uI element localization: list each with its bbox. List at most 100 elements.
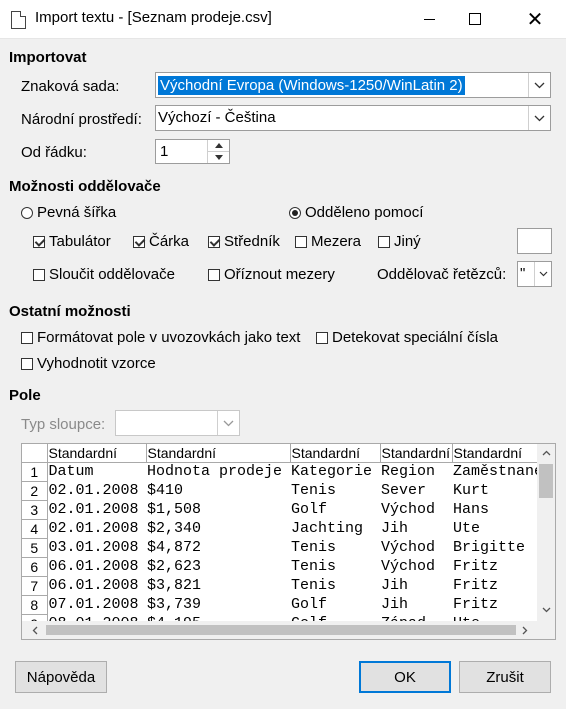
tab-checkbox[interactable]: Tabulátor bbox=[33, 233, 111, 250]
table-row: 3 02.01.2008 $1,508 Golf Východ Hans bbox=[22, 500, 553, 520]
space-checkbox[interactable]: Mezera bbox=[295, 233, 361, 250]
row-number: 1 bbox=[22, 462, 48, 482]
scroll-up-icon[interactable] bbox=[537, 444, 555, 462]
space-label: Mezera bbox=[311, 233, 362, 250]
scroll-right-icon[interactable] bbox=[516, 621, 534, 639]
help-button[interactable]: Nápověda bbox=[15, 661, 107, 693]
table-cell: $3,739 bbox=[147, 596, 202, 613]
table-cell: $410 bbox=[147, 482, 184, 499]
row-number: 4 bbox=[22, 519, 48, 539]
semicolon-checkbox[interactable]: Středník bbox=[208, 233, 280, 250]
fields-heading: Pole bbox=[9, 387, 41, 404]
from-row-label: Od řádku: bbox=[21, 144, 87, 161]
table-cell: $2,623 bbox=[147, 558, 202, 575]
locale-value: Výchozí - Čeština bbox=[158, 109, 276, 126]
import-heading: Importovat bbox=[9, 49, 87, 66]
table-cell: Tenis bbox=[291, 539, 337, 556]
row-number: 5 bbox=[22, 538, 48, 558]
table-cell: Golf bbox=[291, 501, 328, 518]
locale-select[interactable]: Výchozí - Čeština bbox=[155, 105, 551, 131]
checkbox-checked-icon bbox=[33, 235, 45, 248]
chevron-down-icon bbox=[217, 411, 239, 435]
other-options-heading: Ostatní možnosti bbox=[9, 303, 131, 320]
separated-by-label: Odděleno pomocí bbox=[305, 204, 424, 221]
fixed-width-radio[interactable]: Pevná šířka bbox=[21, 204, 116, 221]
document-icon bbox=[11, 11, 26, 29]
decrement-icon[interactable] bbox=[208, 152, 229, 163]
string-delimiter-value: " bbox=[520, 265, 526, 282]
table-cell: 07.01.2008 bbox=[48, 596, 139, 613]
string-delimiter-select[interactable]: " bbox=[517, 261, 552, 287]
table-row: 4 02.01.2008 $2,340 Jachting Jih Ute bbox=[22, 519, 553, 539]
maximize-button[interactable] bbox=[452, 0, 498, 38]
cancel-button[interactable]: Zrušit bbox=[459, 661, 551, 693]
table-cell: $2,340 bbox=[147, 520, 202, 537]
other-separator-input[interactable] bbox=[517, 228, 552, 254]
charset-value: Východní Evropa (Windows-1250/WinLatin 2… bbox=[158, 76, 465, 95]
other-checkbox[interactable]: Jiný bbox=[378, 233, 421, 250]
separated-by-radio[interactable]: Odděleno pomocí bbox=[289, 204, 423, 221]
comma-checkbox[interactable]: Čárka bbox=[133, 233, 189, 250]
table-row: 6 06.01.2008 $2,623 Tenis Východ Fritz bbox=[22, 557, 553, 577]
table-cell: Východ bbox=[381, 558, 436, 575]
detect-special-label: Detekovat speciální čísla bbox=[332, 329, 498, 346]
checkbox-checked-icon bbox=[208, 235, 220, 248]
evaluate-formulas-checkbox[interactable]: Vyhodnotit vzorce bbox=[21, 355, 156, 372]
chevron-down-icon bbox=[534, 262, 551, 286]
table-cell: $4,872 bbox=[147, 539, 202, 556]
table-cell: Východ bbox=[381, 501, 436, 518]
table-row: 1 Datum Hodnota prodeje Kategorie Region Zamě… bbox=[22, 462, 553, 482]
charset-select[interactable]: Východní Evropa (Windows-1250/WinLatin 2… bbox=[155, 72, 551, 98]
merge-checkbox[interactable]: Sloučit oddělovače bbox=[33, 266, 175, 283]
trim-checkbox[interactable]: Oříznout mezery bbox=[208, 266, 335, 283]
other-label: Jiný bbox=[394, 233, 421, 250]
row-number: 3 bbox=[22, 500, 48, 520]
format-quoted-checkbox[interactable]: Formátovat pole v uvozovkách jako text bbox=[21, 329, 300, 346]
scroll-left-icon[interactable] bbox=[26, 621, 44, 639]
trim-label: Oříznout mezery bbox=[224, 266, 335, 283]
table-cell: Jih bbox=[381, 596, 409, 613]
from-row-spinner[interactable]: 1 bbox=[155, 139, 230, 164]
table-cell: Kategorie bbox=[291, 463, 373, 481]
table-cell: Hodnota prodeje bbox=[147, 463, 283, 481]
column-header[interactable]: Standardní bbox=[146, 444, 291, 463]
horizontal-scroll-thumb[interactable] bbox=[46, 625, 516, 635]
row-number: 8 bbox=[22, 595, 48, 615]
table-cell: Jih bbox=[381, 577, 409, 594]
column-header[interactable]: Standardní bbox=[47, 444, 147, 463]
column-header[interactable]: Standardní bbox=[380, 444, 453, 463]
ok-button[interactable]: OK bbox=[359, 661, 451, 693]
vertical-scrollbar[interactable] bbox=[537, 444, 555, 639]
close-button[interactable]: ✕ bbox=[512, 0, 558, 38]
table-cell: Golf bbox=[291, 596, 328, 613]
table-row: 2 02.01.2008 $410 Tenis Sever Kurt bbox=[22, 481, 553, 501]
title-bar: Import textu - [Seznam prodeje.csv] ✕ bbox=[0, 0, 566, 39]
table-row: 5 03.01.2008 $4,872 Tenis Východ Brigitte bbox=[22, 538, 553, 558]
preview-table: Standardní Standardní Standardní Standar… bbox=[22, 444, 554, 634]
from-row-value: 1 bbox=[160, 143, 169, 160]
detect-special-checkbox[interactable]: Detekovat speciální čísla bbox=[316, 329, 498, 346]
semicolon-label: Středník bbox=[224, 233, 280, 250]
spinner-buttons[interactable] bbox=[207, 140, 229, 163]
column-header[interactable]: Standardní bbox=[290, 444, 381, 463]
tab-label: Tabulátor bbox=[49, 233, 111, 250]
table-cell: $3,821 bbox=[147, 577, 202, 594]
comma-label: Čárka bbox=[149, 233, 190, 250]
table-cell: Tenis bbox=[291, 577, 337, 594]
column-type-select[interactable] bbox=[115, 410, 240, 436]
minimize-button[interactable] bbox=[406, 0, 452, 38]
table-cell: 06.01.2008 bbox=[48, 577, 139, 594]
horizontal-scrollbar[interactable] bbox=[22, 621, 537, 639]
preview-grid[interactable]: Standardní Standardní Standardní Standar… bbox=[21, 443, 556, 640]
evaluate-formulas-label: Vyhodnotit vzorce bbox=[37, 355, 156, 372]
fixed-width-label: Pevná šířka bbox=[37, 204, 117, 221]
window-title: Import textu - [Seznam prodeje.csv] bbox=[35, 9, 272, 26]
increment-icon[interactable] bbox=[208, 140, 229, 152]
radio-selected-icon bbox=[289, 206, 301, 219]
checkbox-icon bbox=[316, 331, 328, 344]
locale-label: Národní prostředí: bbox=[21, 111, 142, 128]
close-icon: ✕ bbox=[526, 8, 544, 31]
scroll-thumb[interactable] bbox=[539, 464, 553, 498]
scroll-down-icon[interactable] bbox=[537, 601, 555, 619]
table-cell: Sever bbox=[381, 482, 427, 499]
